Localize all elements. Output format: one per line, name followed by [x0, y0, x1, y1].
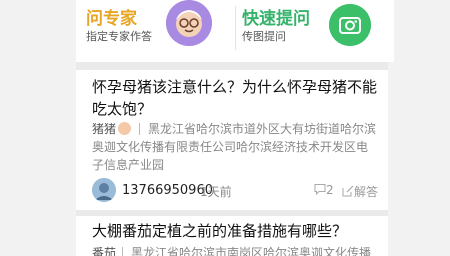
meta-divider [139, 123, 141, 135]
question-user: 番茄 [92, 246, 117, 256]
answer-button[interactable]: 解答 [342, 183, 378, 200]
question-time: 1天前 [200, 185, 232, 199]
question-footer: 13766950960 1天前 2 解答 [92, 176, 378, 204]
comment-count[interactable]: 2 [314, 183, 334, 197]
question-meta: 猪猪 黑龙江省哈尔滨市道外区大有坊街道哈尔滨奥迦文化传播有限责任公司哈尔滨经济技术… [92, 120, 378, 174]
answer-label: 解答 [354, 185, 379, 199]
question-card[interactable]: 大棚番茄定植之前的准备措施有哪些？ 番茄 黑龙江省哈尔滨市南岗区哈尔滨奥迦文化传播 [76, 216, 388, 256]
comment-count-value: 2 [326, 183, 334, 197]
meta-divider [122, 247, 124, 256]
ask-expert-card[interactable]: 问专家 指定专家作答 [86, 0, 236, 62]
question-meta: 番茄 黑龙江省哈尔滨市南岗区哈尔滨奥迦文化传播 [92, 244, 378, 256]
pig-emoji-icon [118, 122, 132, 135]
comment-icon [314, 184, 326, 196]
top-actions: 问专家 指定专家作答 快速提问 传图提问 [76, 0, 394, 62]
ask-expert-title: 问专家 [86, 9, 137, 29]
top-divider [235, 6, 236, 50]
question-title[interactable]: 大棚番茄定植之前的准备措施有哪些？ [92, 220, 384, 242]
question-location: 黑龙江省哈尔滨市南岗区哈尔滨奥迦文化传播 [131, 246, 372, 256]
question-title[interactable]: 怀孕母猪该注意什么？为什么怀孕母猪不能吃太饱？ [92, 76, 384, 120]
ask-expert-subtitle: 指定专家作答 [86, 30, 152, 43]
question-user: 猪猪 [92, 122, 117, 136]
camera-icon [329, 4, 371, 46]
section-separator [76, 62, 388, 70]
quick-ask-subtitle: 传图提问 [242, 30, 286, 43]
edit-icon [342, 185, 354, 197]
quick-ask-card[interactable]: 快速提问 传图提问 [242, 0, 394, 62]
question-card[interactable]: 怀孕母猪该注意什么？为什么怀孕母猪不能吃太饱？ 猪猪 黑龙江省哈尔滨市道外区大有坊… [76, 70, 388, 210]
user-avatar[interactable] [92, 178, 116, 202]
quick-ask-title: 快速提问 [242, 9, 310, 29]
question-location: 黑龙江省哈尔滨市道外区大有坊街道哈尔滨奥迦文化传播有限责任公司哈尔滨经济技术开发… [92, 122, 377, 172]
expert-avatar-icon [166, 0, 212, 46]
